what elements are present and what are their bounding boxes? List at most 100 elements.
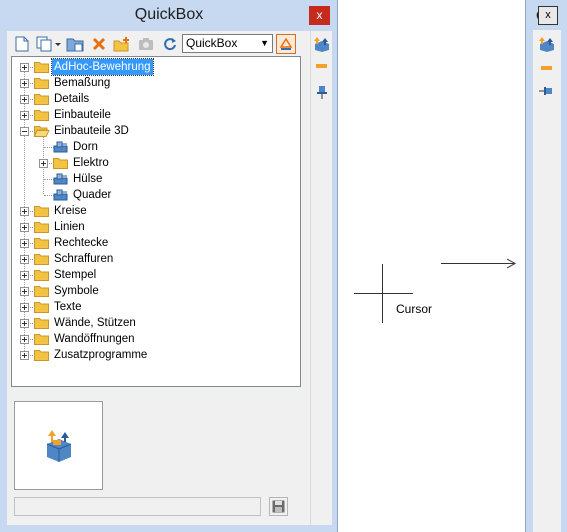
tree-item-label: Kreise [54,205,87,217]
tree-item[interactable]: Quader [12,187,298,203]
tree-item[interactable]: Symbole [12,283,298,299]
minimize-icon[interactable] [541,66,552,70]
folder-icon [34,318,49,329]
expand-icon[interactable] [20,287,29,296]
folder-icon [34,222,49,233]
new-icon[interactable] [12,34,32,54]
tree-item-label: Stempel [54,269,97,281]
folder-icon [34,286,49,297]
expand-icon[interactable] [20,319,29,328]
window-client: QuickBox ▼ AdHoc-Bewehrung Bemaßung Detail… [7,31,332,525]
tree-item[interactable]: Dorn [12,139,298,155]
tree-item[interactable]: Einbauteile [12,107,298,123]
component-3d-icon [53,189,68,201]
tree-item[interactable]: Einbauteile 3D [12,123,298,139]
folder-icon [34,78,49,89]
tree-item[interactable]: Hülse [12,171,298,187]
tree-item[interactable]: Details [12,91,298,107]
tree-item-label: Wände, Stützen [54,317,136,329]
close-button-collapsed[interactable]: x [538,6,558,25]
folder-icon [34,110,49,121]
side-strip [310,31,332,525]
pin-icon[interactable] [316,85,328,99]
quickbox-window: QuickBox x QuickBox ▼ AdHoc-Bewehrung Be… [0,0,338,532]
tree-item-label: Quader [73,189,112,201]
collapsed-strip [533,30,561,532]
delete-icon[interactable] [89,34,109,54]
expand-icon[interactable] [20,351,29,360]
tree-item[interactable]: Linien [12,219,298,235]
copy-dropdown-icon[interactable] [35,34,63,54]
cursor-crosshair-horizontal [354,293,413,294]
quickbox-icon[interactable] [314,36,330,52]
expand-icon[interactable] [20,255,29,264]
camera-icon [136,34,156,54]
expand-icon[interactable] [20,271,29,280]
expand-icon[interactable] [20,95,29,104]
expand-icon[interactable] [20,303,29,312]
tree-item[interactable]: Stempel [12,267,298,283]
tree-item[interactable]: Texte [12,299,298,315]
tree-item-label: AdHoc-Bewehrung [51,58,154,76]
unpin-icon[interactable] [539,86,553,96]
cursor-label: Cursor [396,302,433,316]
tree-item[interactable]: Bemaßung [12,75,298,91]
tree-item[interactable]: Wandöffnungen [12,331,298,347]
tree-item-label: Texte [54,301,82,313]
tree-item-label: Symbole [54,285,99,297]
tree-item[interactable]: Rechtecke [12,235,298,251]
folder-icon [34,206,49,217]
tree-item[interactable]: Kreise [12,203,298,219]
tree-item[interactable]: Elektro [12,155,298,171]
tree-item-label: Wandöffnungen [54,333,135,345]
symbol-box-icon [46,430,72,462]
expand-icon[interactable] [20,223,29,232]
tree-item-label: Schraffuren [54,253,114,265]
tree-view[interactable]: AdHoc-Bewehrung Bemaßung Details Einbauteil… [11,56,301,387]
tree-item-label: Details [54,93,90,105]
tree-item-label: Rechtecke [54,237,109,249]
folder-icon [34,350,49,361]
folder-icon [34,62,49,73]
folder-icon [34,334,49,345]
chevron-down-icon: ▼ [260,38,269,48]
tree-item[interactable]: Schraffuren [12,251,298,267]
tree-item-label: Zusatzprogramme [54,349,148,361]
expand-icon[interactable] [20,63,29,72]
tree-item-label: Elektro [73,157,109,169]
tree-item-label: Hülse [73,173,103,185]
close-button[interactable]: x [309,6,330,25]
tree-item[interactable]: Wände, Stützen [12,315,298,331]
open-folder-icon[interactable] [65,34,85,54]
expand-icon[interactable] [39,159,48,168]
tree-item-label: Einbauteile [54,109,111,121]
filter-icon[interactable] [276,34,296,54]
arrow-icon [441,258,517,269]
expand-icon[interactable] [20,111,29,120]
tree-item-label: Linien [54,221,85,233]
folder-icon [34,254,49,265]
tree-item[interactable]: Zusatzprogramme [12,347,298,363]
folder-icon [34,238,49,249]
window-title: QuickBox [134,6,204,23]
expand-icon[interactable] [20,239,29,248]
expand-icon[interactable] [20,335,29,344]
save-icon[interactable] [269,497,288,516]
folder-icon [53,158,68,169]
quickbox-select[interactable]: QuickBox ▼ [182,34,273,53]
tree-item[interactable]: AdHoc-Bewehrung [12,58,298,76]
quickbox-select-value: QuickBox [186,36,238,50]
new-folder-icon[interactable] [112,34,132,54]
refresh-icon[interactable] [160,34,180,54]
quickbox-icon[interactable] [539,36,555,52]
component-3d-icon [53,141,68,153]
minimize-icon[interactable] [316,64,327,68]
expand-icon[interactable] [20,207,29,216]
tree-item-label: Einbauteile 3D [54,125,129,137]
name-field[interactable] [14,497,261,516]
expand-icon[interactable] [20,79,29,88]
collapse-icon[interactable] [20,127,29,136]
component-3d-icon [53,173,68,185]
folder-icon [34,94,49,105]
quickbox-window-collapsed: Q x [525,0,567,532]
